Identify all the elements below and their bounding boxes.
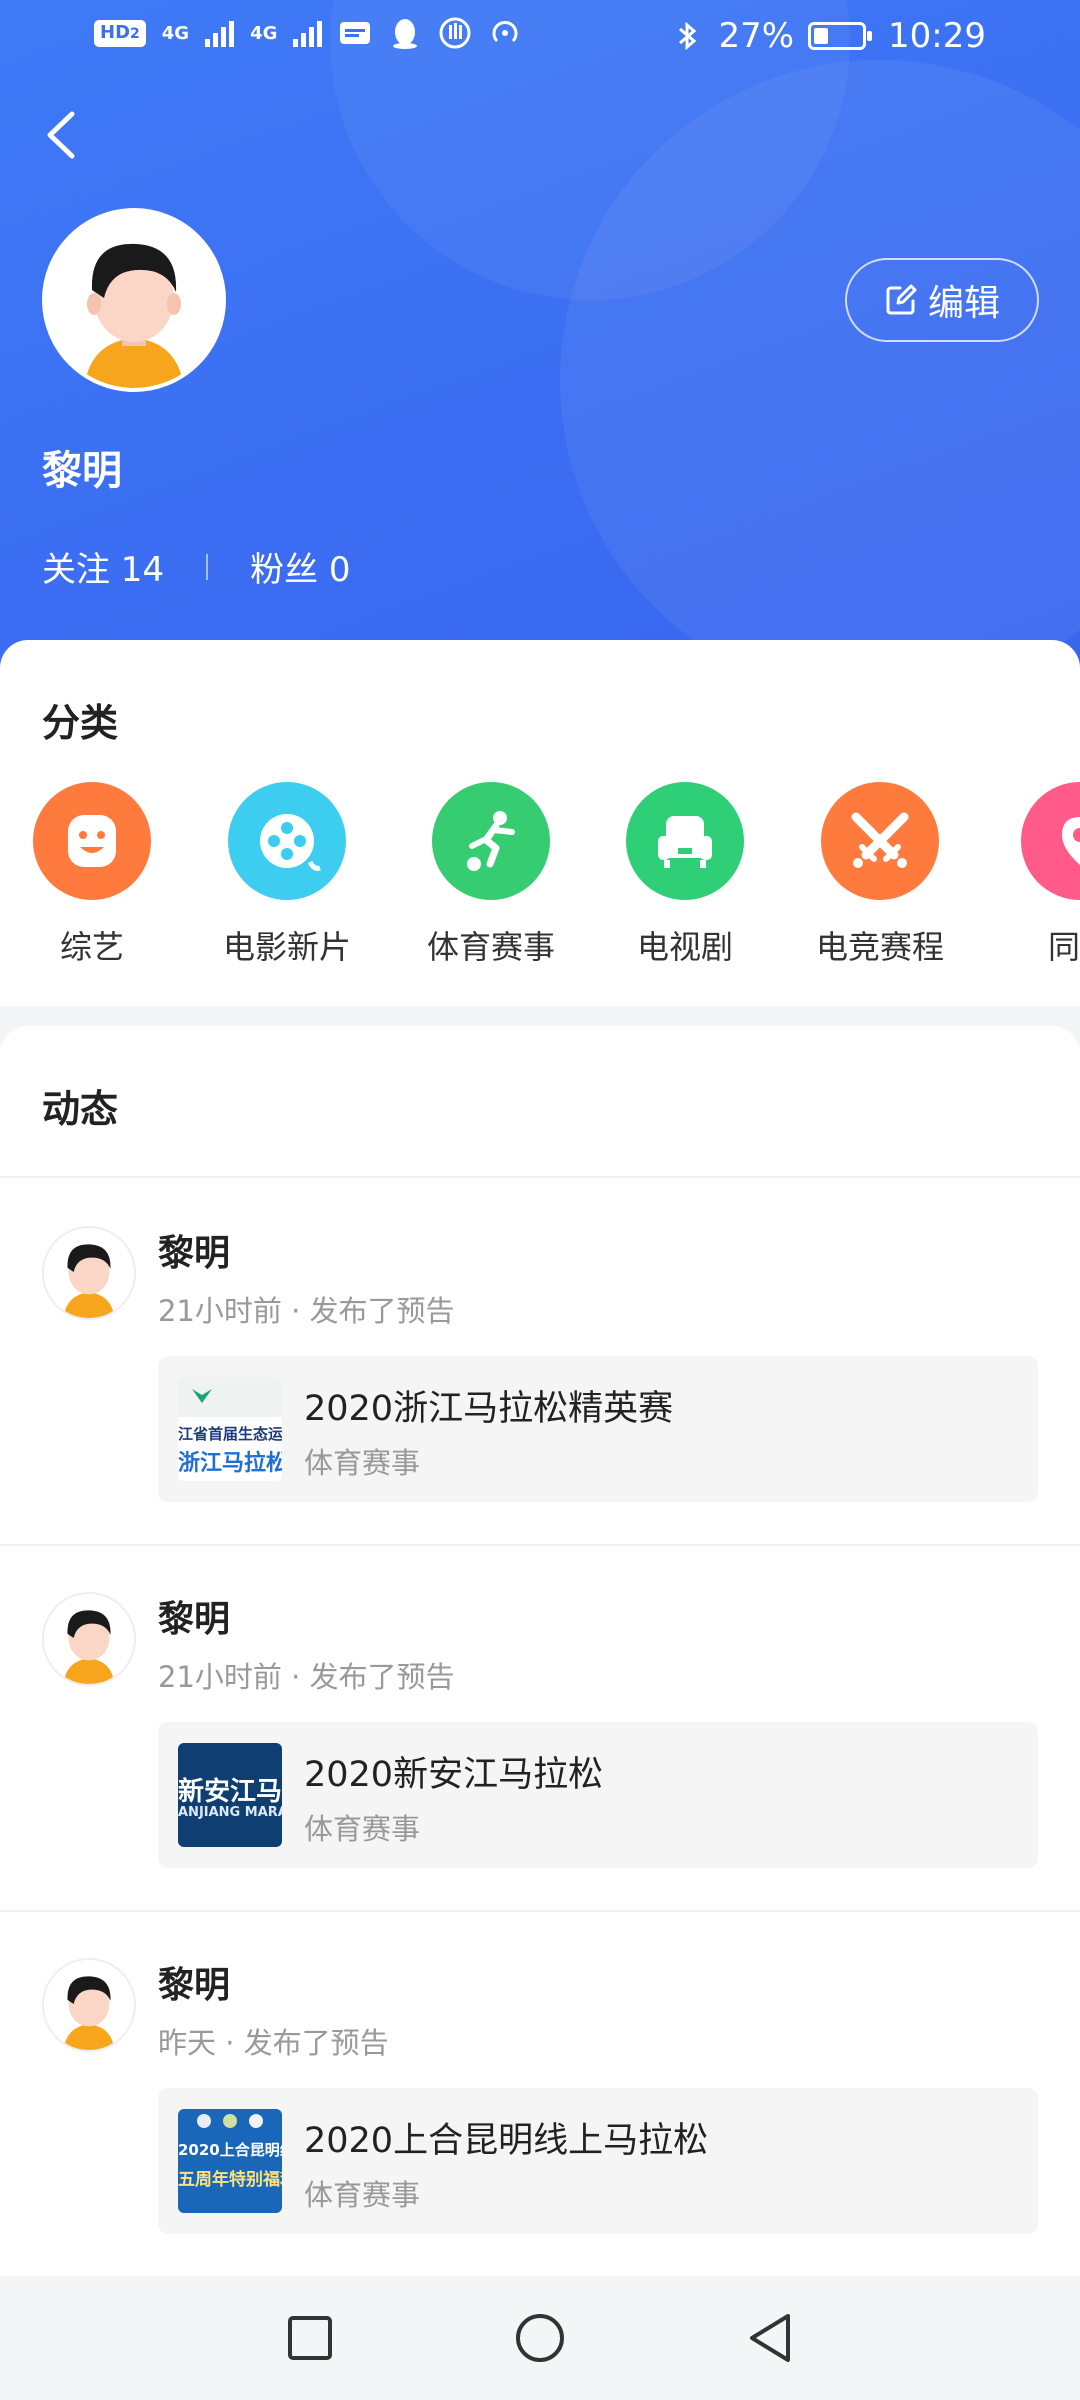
bluetooth-icon [679,21,697,51]
network-type-2: 4G [250,22,278,44]
network-type-1: 4G [161,22,190,44]
event-category: 体育赛事 [304,1446,421,1480]
section-title-category: 分类 [42,701,119,745]
category-list: 综艺 电影新片 体育赛事 电视剧 电竞赛程 同 [0,782,1080,982]
home-circle-icon[interactable] [504,2302,576,2374]
event-thumbnail: 新安江马拉 ANJIANG MARATH [178,1743,282,1847]
divider [206,553,209,580]
category-item-variety[interactable]: 综艺 [2,782,182,982]
post-author[interactable]: 黎明 [158,1224,230,1276]
edit-label: 编辑 [927,283,1000,324]
butterfly-logo-icon [178,1377,282,1417]
back-arrow-icon[interactable] [36,100,96,170]
battery-percent: 27% [718,16,795,56]
signal-bars-icon [205,19,235,47]
post-meta: 21小时前 · 发布了预告 [158,1660,455,1694]
category-item-tv-series[interactable]: 电视剧 [595,782,775,982]
category-label: 电影新片 [222,928,351,966]
event-thumbnail: 江省首届生态运动会 浙江马拉松 [178,1377,282,1481]
feed-post: 黎明 昨天 · 发布了预告 2020上合昆明线上 五周年特别福利 2020上合昆… [0,1912,1080,2276]
qq-penguin-icon [393,19,418,49]
category-item-sports[interactable]: 体育赛事 [401,782,581,982]
signal-bars-icon [293,19,323,47]
category-item-local[interactable]: 同城 [990,782,1080,982]
post-content-card[interactable]: 江省首届生态运动会 浙江马拉松 2020浙江马拉松精英赛 体育赛事 [158,1356,1038,1502]
category-label: 综艺 [59,928,124,966]
section-title-activity: 动态 [42,1087,119,1131]
feed-post: 黎明 21小时前 · 发布了预告 新安江马拉 ANJIANG MARATH 20… [0,1546,1080,1912]
film-reel-icon [228,782,346,900]
back-triangle-icon[interactable] [734,2302,806,2374]
location-pin-icon [1021,782,1080,900]
cartoon-boy-icon [46,212,222,388]
status-bar: HD2 4G 4G 27% 10:29 [0,0,1080,80]
cartoon-boy-icon [44,1228,134,1318]
recent-apps-square-icon[interactable] [274,2302,346,2374]
app-notification-icon [340,22,371,44]
event-title: 2020浙江马拉松精英赛 [304,1389,674,1429]
category-label: 体育赛事 [426,928,555,966]
profile-header: HD2 4G 4G 27% 10:29 编辑 黎明 关注 14 粉丝 0 [0,0,1080,680]
post-content-card[interactable]: 2020上合昆明线上 五周年特别福利 2020上合昆明线上马拉松 体育赛事 [158,2088,1038,2234]
feed-header: 动态 [0,1026,1080,1178]
followers-count[interactable]: 粉丝 0 [250,542,350,591]
event-thumbnail: 2020上合昆明线上 五周年特别福利 [178,2109,282,2213]
battery-icon [808,22,873,50]
event-title: 2020新安江马拉松 [304,1755,604,1795]
edit-profile-button[interactable]: 编辑 [845,258,1039,342]
post-author[interactable]: 黎明 [158,1590,230,1642]
crossed-swords-icon [821,782,939,900]
post-avatar[interactable] [42,1958,136,2052]
event-category: 体育赛事 [304,1812,421,1846]
activity-feed: 动态 黎明 21小时前 · 发布了预告 江省首届生态运动会 浙江马拉松 2020… [0,1026,1080,2276]
thumbnail-text: ANJIANG MARATH [178,1805,282,1820]
category-label: 电竞赛程 [815,928,944,966]
system-navigation-bar [0,2276,1080,2400]
post-meta: 昨天 · 发布了预告 [158,2026,389,2060]
following-count[interactable]: 关注 14 [42,542,164,591]
post-author[interactable]: 黎明 [158,1956,230,2008]
category-label: 电视剧 [636,928,733,966]
post-content-card[interactable]: 新安江马拉 ANJIANG MARATH 2020新安江马拉松 体育赛事 [158,1722,1038,1868]
category-item-movies[interactable]: 电影新片 [197,782,377,982]
category-section: 分类 综艺 电影新片 体育赛事 电视剧 电竞赛程 同 [0,640,1080,1006]
event-title: 2020上合昆明线上马拉松 [304,2121,709,2161]
post-meta: 21小时前 · 发布了预告 [158,1294,455,1328]
sponsor-logos-icon [197,2114,263,2128]
hand-icon [439,17,471,49]
feed-post: 黎明 21小时前 · 发布了预告 江省首届生态运动会 浙江马拉松 2020浙江马… [0,1180,1080,1546]
sofa-icon [626,782,744,900]
follow-stats: 关注 14 粉丝 0 [42,542,351,591]
hotspot-icon [492,21,518,43]
soccer-player-icon [432,782,550,900]
clock: 10:29 [888,16,986,56]
cartoon-boy-icon [44,1594,134,1684]
category-label: 同城 [1047,928,1080,966]
profile-name: 黎明 [42,448,122,494]
post-avatar[interactable] [42,1592,136,1686]
thumbnail-text: 浙江马拉松 [178,1451,282,1476]
smile-face-icon [33,782,151,900]
thumbnail-text: 江省首届生态运动会 [178,1425,282,1443]
post-avatar[interactable] [42,1226,136,1320]
profile-avatar[interactable] [42,208,226,392]
event-category: 体育赛事 [304,2178,421,2212]
thumbnail-text: 五周年特别福利 [178,2170,282,2190]
edit-pencil-icon [886,284,917,315]
cartoon-boy-icon [44,1960,134,2050]
thumbnail-text: 新安江马拉 [178,1777,282,1807]
category-item-esports[interactable]: 电竞赛程 [790,782,970,982]
thumbnail-text: 2020上合昆明线上 [178,2141,282,2159]
hd-indicator: HD2 [94,19,146,47]
